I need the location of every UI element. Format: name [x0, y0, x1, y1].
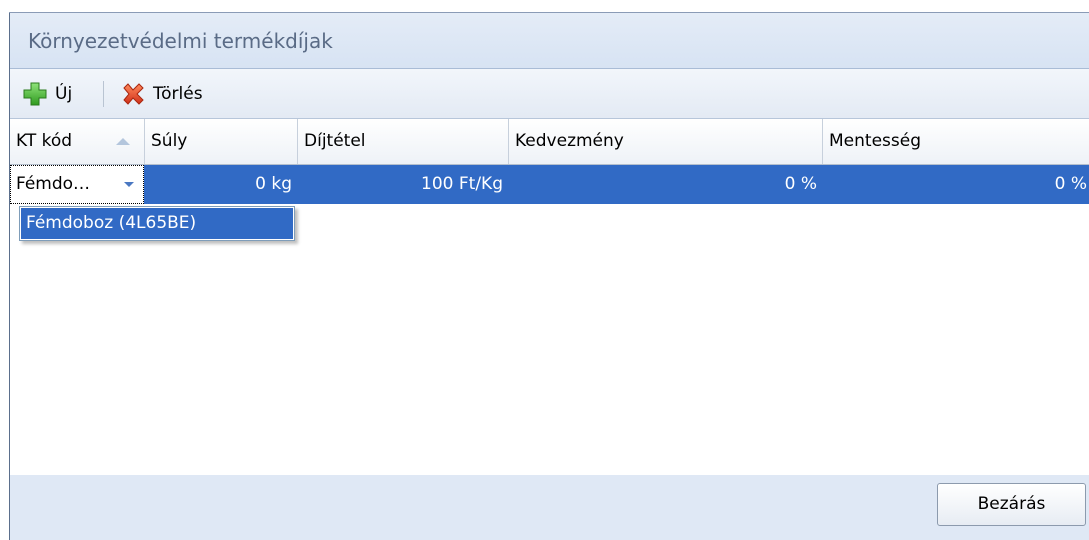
- cell-suly[interactable]: 0 kg: [145, 165, 298, 204]
- new-button-label: Új: [55, 84, 73, 104]
- delete-button-label: Törlés: [153, 84, 203, 104]
- table-row[interactable]: Fémdo… 0 kg 100 Ft/Kg 0 % 0 %: [10, 165, 1089, 204]
- kt-kod-value: Fémdo…: [16, 174, 91, 194]
- column-header-label: Mentesség: [829, 131, 921, 151]
- column-header-mentesseg[interactable]: Mentesség: [823, 119, 1089, 164]
- cell-kedvezmeny[interactable]: 0 %: [509, 165, 823, 204]
- title-bar: Környezetvédelmi termékdíjak: [10, 13, 1089, 69]
- cell-mentesseg[interactable]: 0 %: [823, 165, 1089, 204]
- kt-kod-combobox[interactable]: Fémdo…: [10, 165, 144, 204]
- column-header-label: Díjtétel: [304, 131, 366, 151]
- toolbar-separator: [103, 81, 104, 107]
- column-header-kedvezmeny[interactable]: Kedvezmény: [509, 119, 823, 164]
- add-icon: [22, 81, 48, 107]
- close-button[interactable]: Bezárás: [937, 483, 1086, 526]
- column-header-dijtetel[interactable]: Díjtétel: [298, 119, 509, 164]
- chevron-down-icon[interactable]: [124, 182, 134, 187]
- footer-panel: Bezárás: [10, 475, 1089, 540]
- sort-ascending-icon: [116, 138, 130, 145]
- dropdown-option[interactable]: Fémdoboz (4L65BE): [21, 208, 293, 239]
- new-button[interactable]: Új: [22, 79, 72, 109]
- column-header-suly[interactable]: Súly: [145, 119, 298, 164]
- window-title: Környezetvédelmi termékdíjak: [28, 29, 333, 53]
- left-margin: [0, 0, 9, 540]
- column-header-label: KT kód: [16, 131, 73, 151]
- column-header-kt-kod[interactable]: KT kód: [10, 119, 145, 164]
- cell-dijtetel[interactable]: 100 Ft/Kg: [298, 165, 509, 204]
- column-header-label: Súly: [151, 131, 188, 151]
- delete-button[interactable]: Törlés: [120, 79, 203, 109]
- data-grid[interactable]: KT kód Súly Díjtétel Kedvezmény Mentessé…: [10, 119, 1089, 475]
- toolbar: Új Törlés: [10, 69, 1089, 119]
- delete-icon: [120, 81, 146, 107]
- column-header-label: Kedvezmény: [515, 131, 624, 151]
- dialog-window: Környezetvédelmi termékdíjak Új Törlés K…: [0, 0, 1089, 540]
- kt-kod-dropdown-list: Fémdoboz (4L65BE): [19, 206, 295, 241]
- grid-header: KT kód Súly Díjtétel Kedvezmény Mentessé…: [10, 119, 1089, 165]
